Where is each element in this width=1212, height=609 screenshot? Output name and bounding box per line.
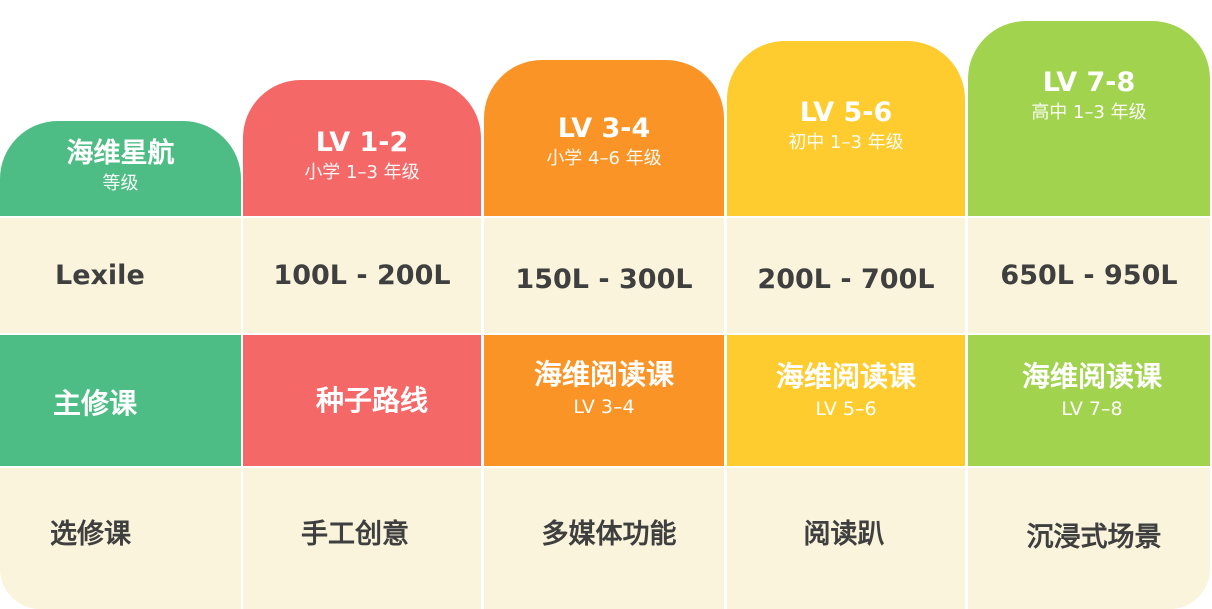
elective-label: 选修课	[0, 468, 241, 609]
header-lv3-4: LV 3-4 小学 4–6 年级	[484, 60, 724, 216]
lexile-value-text: 200L - 700L	[757, 264, 935, 295]
lexile-value: 100L - 200L	[243, 218, 481, 333]
main-course-cell: 海维阅读课 LV 3–4	[484, 335, 724, 466]
elective-text: 手工创意	[301, 519, 409, 550]
header-lv1-2: LV 1-2 小学 1–3 年级	[243, 80, 481, 216]
main-course-title: 种子路线	[315, 383, 428, 417]
elective-text: 沉浸式场景	[1026, 522, 1162, 553]
main-course-title: 海维阅读课	[775, 360, 916, 393]
main-course-cell: 海维阅读课 LV 7–8	[968, 335, 1210, 466]
elective-text: 阅读趴	[803, 519, 885, 550]
lexile-value: 650L - 950L	[968, 218, 1210, 333]
header-lv7-8: LV 7-8 高中 1–3 年级	[968, 21, 1210, 216]
elective-cell: 多媒体功能	[484, 468, 724, 609]
header-subtitle: 小学 4–6 年级	[546, 148, 662, 169]
header-level: 海维星航 等级	[0, 121, 241, 216]
header-title: LV 5-6	[799, 97, 893, 128]
main-course-title: 海维阅读课	[533, 358, 674, 391]
lexile-label-text: Lexile	[55, 260, 145, 291]
elective-text: 多媒体功能	[541, 519, 677, 550]
header-subtitle: 小学 1–3 年级	[304, 162, 420, 183]
main-course-cell: 种子路线	[243, 335, 481, 466]
lexile-label: Lexile	[0, 218, 241, 333]
main-course-level: LV 5–6	[815, 398, 877, 420]
main-course-cell: 海维阅读课 LV 5–6	[727, 335, 965, 466]
elective-cell: 沉浸式场景	[968, 468, 1210, 609]
elective-cell: 手工创意	[243, 468, 481, 609]
header-subtitle: 高中 1–3 年级	[1031, 102, 1147, 123]
header-title: LV 7-8	[1042, 67, 1136, 98]
header-lv5-6: LV 5-6 初中 1–3 年级	[727, 41, 965, 216]
lexile-value-text: 100L - 200L	[273, 260, 451, 291]
main-course-label: 主修课	[0, 335, 241, 466]
main-course-level: LV 3–4	[573, 396, 635, 418]
lexile-value-text: 150L - 300L	[515, 264, 693, 295]
main-course-title: 主修课	[53, 386, 138, 420]
header-title: LV 1-2	[315, 127, 409, 158]
header-title: 海维星航	[66, 138, 175, 169]
main-course-level: LV 7–8	[1061, 398, 1123, 420]
elective-cell: 阅读趴	[727, 468, 965, 609]
lexile-value: 150L - 300L	[484, 218, 724, 333]
elective-label-text: 选修课	[50, 519, 131, 550]
lexile-value: 200L - 700L	[727, 218, 965, 333]
header-subtitle: 等级	[102, 173, 139, 194]
lexile-value-text: 650L - 950L	[1000, 260, 1178, 291]
header-title: LV 3-4	[557, 113, 651, 144]
header-subtitle: 初中 1–3 年级	[788, 132, 904, 153]
main-course-title: 海维阅读课	[1021, 360, 1162, 393]
